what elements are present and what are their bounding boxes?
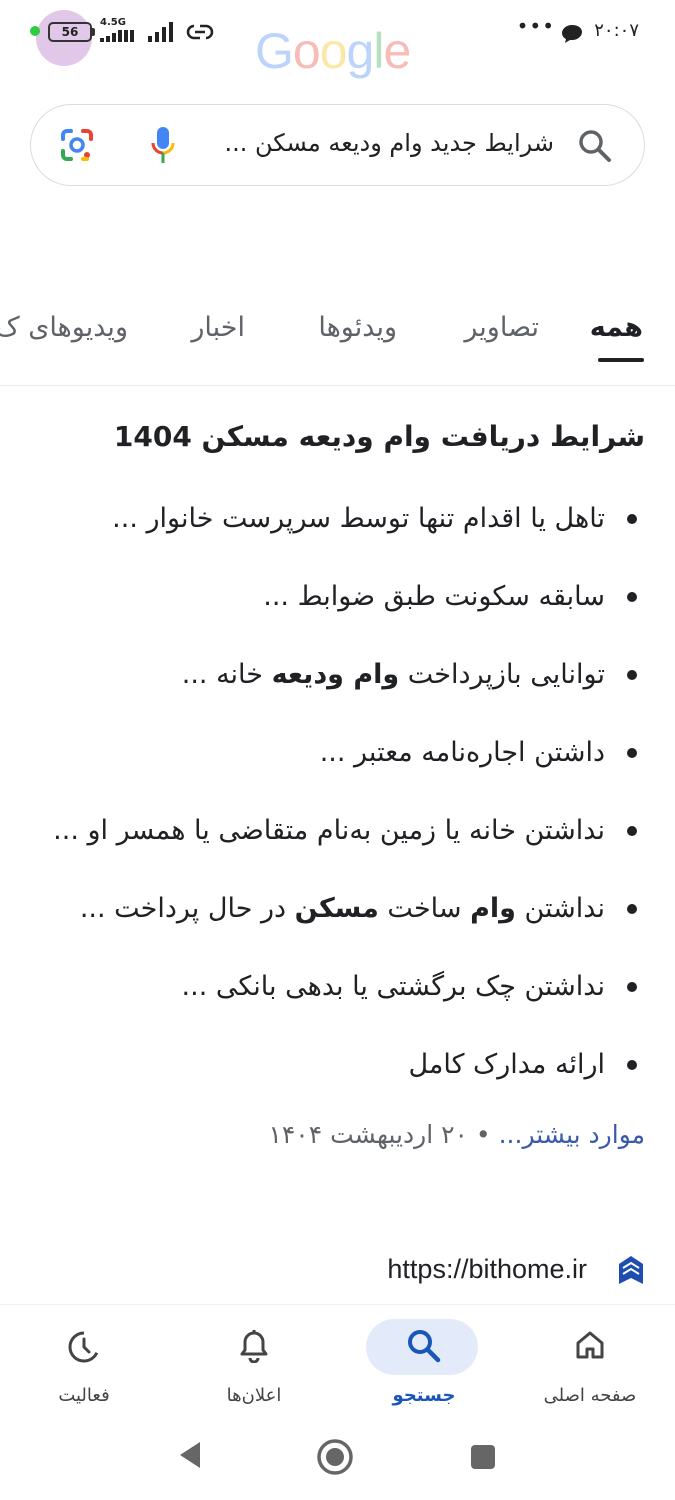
tab-news[interactable]: اخبار <box>191 312 245 343</box>
bullet-dot <box>627 748 637 758</box>
nav-activity[interactable]: فعالیت <box>4 1305 164 1423</box>
battery-level: 56 <box>61 25 79 39</box>
nav-notifications[interactable]: اعلان‌ها <box>174 1305 334 1423</box>
bell-icon <box>240 1330 268 1363</box>
voice-search-icon[interactable] <box>149 125 177 167</box>
more-link[interactable]: موارد بیشتر... <box>499 1120 645 1149</box>
nav-search[interactable]: جستجو <box>344 1305 504 1423</box>
bullet-text: در حال پرداخت ... <box>79 893 295 924</box>
bullet-text: ارائه مدارک کامل <box>408 1049 605 1080</box>
nav-activity-label: فعالیت <box>58 1385 110 1406</box>
home-button-icon[interactable] <box>316 1438 354 1476</box>
bullet-text: نداشتن چک برگشتی یا بدهی بانکی ... <box>181 971 605 1002</box>
home-icon <box>576 1331 604 1359</box>
overflow-dots: ••• <box>516 14 555 38</box>
bullet-dot <box>627 514 637 524</box>
nav-home[interactable]: صفحه اصلی <box>510 1305 670 1423</box>
tab-short-videos[interactable]: ویدیوهای ک <box>0 312 128 343</box>
search-bar[interactable]: شرایط جدید وام ودیعه مسکن ... <box>30 104 645 186</box>
result-bullet-item: نداشتن چک برگشتی یا بدهی بانکی ... <box>17 965 637 1043</box>
bullet-text: نداشتن خانه یا زمین به‌نام متقاضی یا همس… <box>53 815 605 846</box>
result-bullet-item: سابقه سکونت طبق ضوابط ... <box>17 575 637 653</box>
link-icon <box>186 24 214 40</box>
site-favicon-icon <box>619 1256 643 1284</box>
signal-icon <box>100 30 134 42</box>
separator-dot: • <box>475 1120 491 1149</box>
more-line: موارد بیشتر... • ۲۰ اردیبهشت ۱۴۰۴ <box>268 1120 645 1149</box>
result-bullet-item: تاهل یا اقدام تنها توسط سرپرست خانوار ..… <box>17 497 637 575</box>
bullet-text: سابقه سکونت طبق ضوابط ... <box>263 581 605 612</box>
tab-all[interactable]: همه <box>590 312 643 343</box>
bullet-text: نداشتن <box>515 893 605 924</box>
bullet-bold-text: وام ودیعه <box>271 659 400 690</box>
result-bullet-item: توانایی بازپرداخت وام ودیعه خانه ... <box>17 653 637 731</box>
result-bullet-item: داشتن اجاره‌نامه معتبر ... <box>17 731 637 809</box>
source-url[interactable]: https://bithome.ir <box>387 1254 587 1285</box>
tab-images[interactable]: تصاویر <box>464 312 539 343</box>
nav-home-label: صفحه اصلی <box>543 1385 637 1406</box>
bullet-text: تاهل یا اقدام تنها توسط سرپرست خانوار ..… <box>112 503 605 534</box>
nav-notifications-label: اعلان‌ها <box>226 1385 282 1406</box>
bullet-dot <box>627 1060 637 1070</box>
result-bullet-list: تاهل یا اقدام تنها توسط سرپرست خانوار ..… <box>17 497 637 1121</box>
bullet-dot <box>627 592 637 602</box>
result-bullet-item: ارائه مدارک کامل <box>17 1043 637 1121</box>
google-logo: Google <box>255 23 411 79</box>
search-icon[interactable] <box>578 129 612 163</box>
bullet-dot <box>627 670 637 680</box>
tab-videos[interactable]: ویدئوها <box>318 312 397 343</box>
system-navigation-bar <box>0 1422 675 1500</box>
bullet-dot <box>627 904 637 914</box>
clock: ۲۰:۰۷ <box>594 20 639 41</box>
result-date: ۲۰ اردیبهشت ۱۴۰۴ <box>268 1120 468 1149</box>
network-type: 4.5G <box>100 17 126 28</box>
result-heading: شرایط دریافت وام ودیعه مسکن 1404 <box>113 420 645 453</box>
bullet-dot <box>627 826 637 836</box>
bullet-bold-text: وام <box>470 893 516 924</box>
search-icon <box>408 1330 441 1363</box>
search-query[interactable]: شرایط جدید وام ودیعه مسکن ... <box>224 129 554 157</box>
result-bullet-item: نداشتن خانه یا زمین به‌نام متقاضی یا همس… <box>17 809 637 887</box>
bullet-text: داشتن اجاره‌نامه معتبر ... <box>319 737 605 768</box>
bottom-navigation: صفحه اصلی جستجو اعلان‌ها فعالیت <box>0 1304 675 1422</box>
signal-icon-2 <box>148 22 173 42</box>
activity-icon <box>68 1331 100 1363</box>
google-lens-icon[interactable] <box>59 127 95 163</box>
recent-apps-icon[interactable] <box>470 1444 496 1470</box>
battery-indicator: 56 <box>48 22 92 42</box>
tab-active-indicator <box>598 358 644 362</box>
bullet-text: خانه ... <box>181 659 272 690</box>
bullet-dot <box>627 982 637 992</box>
search-tabs: همه تصاویر ویدئوها اخبار ویدیوهای ک <box>0 300 675 386</box>
bullet-text: ساخت <box>378 893 471 924</box>
privacy-indicator-dot <box>30 26 40 36</box>
result-bullet-item: نداشتن وام ساخت مسکن در حال پرداخت ... <box>17 887 637 965</box>
bullet-text: توانایی بازپرداخت <box>399 659 605 690</box>
back-icon[interactable] <box>176 1440 202 1470</box>
chat-icon <box>562 25 582 43</box>
battery-nub <box>92 28 95 36</box>
nav-search-label: جستجو <box>392 1385 456 1406</box>
bullet-bold-text: مسکن <box>294 893 379 924</box>
source-citation[interactable]: https://bithome.ir <box>345 1248 645 1292</box>
